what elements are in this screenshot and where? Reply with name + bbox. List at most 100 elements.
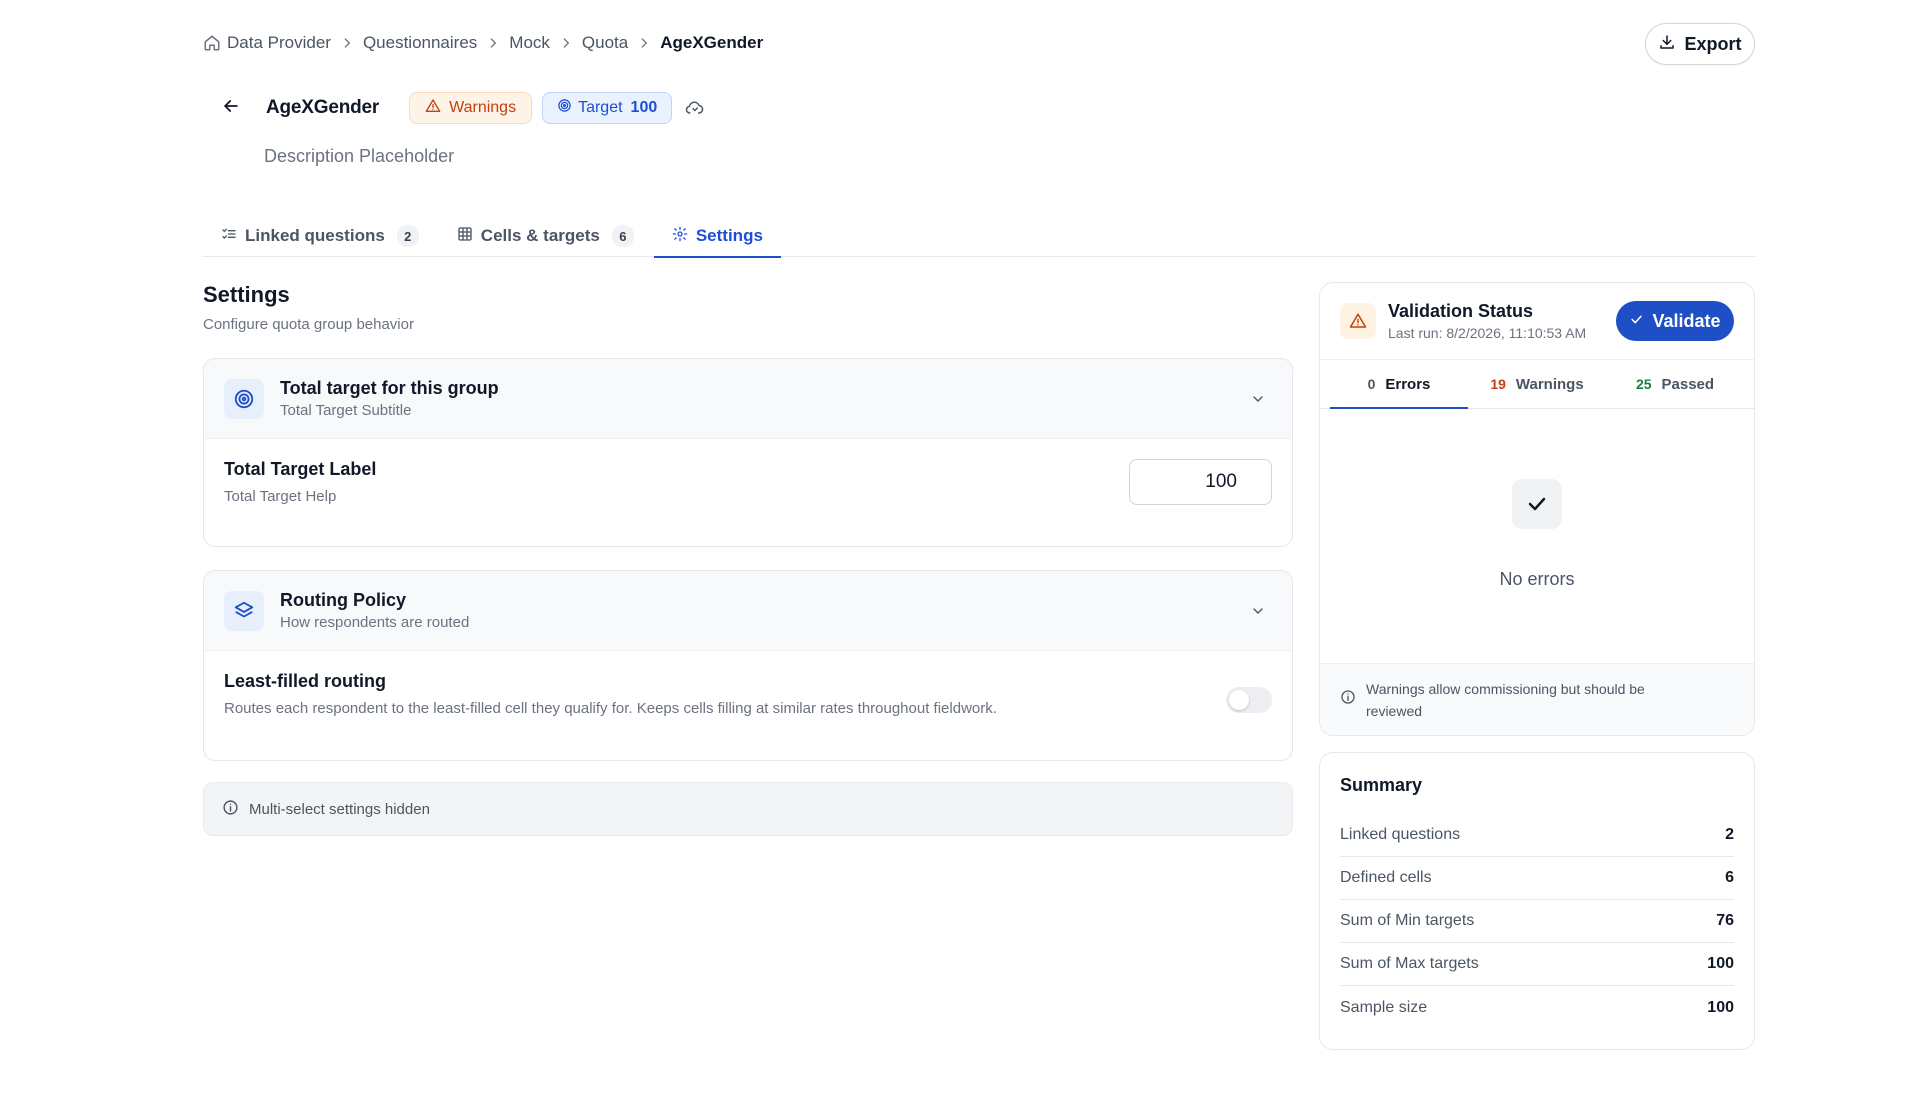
summary-title: Summary <box>1340 775 1423 795</box>
target-badge-label: Target <box>578 99 623 116</box>
summary-row: Defined cells 6 <box>1340 857 1734 900</box>
notice-text: Multi-select settings hidden <box>249 800 430 818</box>
total-target-card: Total target for this group Total Target… <box>203 358 1293 547</box>
summary-value: 76 <box>1716 912 1734 929</box>
tab-count: 2 <box>396 225 419 247</box>
routing-policy-card-header[interactable]: Routing Policy How respondents are route… <box>204 571 1292 651</box>
validation-footer: Warnings allow commissioning but should … <box>1320 663 1754 735</box>
info-icon <box>222 799 239 820</box>
home-icon <box>203 34 221 52</box>
breadcrumb-data-provider[interactable]: Data Provider <box>227 33 331 53</box>
grid-icon <box>457 226 473 247</box>
least-filled-routing-toggle[interactable] <box>1226 687 1272 713</box>
chevron-right-icon <box>331 36 363 50</box>
total-target-help: Total Target Help <box>224 488 337 505</box>
summary-list: Linked questions 2 Defined cells 6 Sum o… <box>1340 814 1734 1029</box>
breadcrumb-current: AgeXGender <box>660 33 764 52</box>
tab-label: Warnings <box>1515 375 1584 393</box>
summary-row: Sample size 100 <box>1340 986 1734 1029</box>
tab-passed[interactable]: 25 Passed <box>1606 360 1744 408</box>
page: Data Provider Questionnaires Mock Quota … <box>203 0 1755 1097</box>
summary-card: Summary Linked questions 2 Defined cells… <box>1319 752 1755 1050</box>
summary-label: Sum of Min targets <box>1340 912 1475 929</box>
settings-subtitle: Configure quota group behavior <box>203 316 414 333</box>
title-row: AgeXGender Warnings Target 100 <box>203 88 706 128</box>
arrow-left-icon <box>221 96 241 121</box>
settings-title: Settings <box>203 282 290 307</box>
alert-triangle-icon <box>1340 303 1376 339</box>
routing-policy-card: Routing Policy How respondents are route… <box>203 570 1293 761</box>
summary-row: Linked questions 2 <box>1340 814 1734 857</box>
multi-select-notice: Multi-select settings hidden <box>203 782 1293 836</box>
summary-value: 100 <box>1707 955 1734 972</box>
chevron-down-icon[interactable] <box>1246 387 1270 411</box>
summary-label: Linked questions <box>1340 826 1461 843</box>
total-target-card-header[interactable]: Total target for this group Total Target… <box>204 359 1292 439</box>
validate-label: Validate <box>1652 310 1721 331</box>
summary-row: Sum of Min targets 76 <box>1340 900 1734 943</box>
target-badge-value: 100 <box>630 99 658 116</box>
target-icon <box>224 378 264 419</box>
validation-empty-state: No errors <box>1320 409 1754 663</box>
tab-cells-targets[interactable]: Cells & targets 6 <box>439 215 652 257</box>
validation-status-card: Validation Status Last run: 8/2/2026, 11… <box>1319 282 1755 736</box>
chevron-right-icon <box>477 36 509 50</box>
validation-tabs: 0 Errors 19 Warnings 25 Passed <box>1320 359 1754 409</box>
warnings-count: 19 <box>1490 376 1506 392</box>
tab-warnings[interactable]: 19 Warnings <box>1468 360 1606 408</box>
layers-icon <box>224 590 264 631</box>
chevron-down-icon[interactable] <box>1246 599 1270 623</box>
total-target-label: Total Target Label <box>224 459 377 479</box>
least-filled-routing-label: Least-filled routing <box>224 671 386 691</box>
tab-bar: Linked questions 2 Cells & targets 6 Set… <box>203 215 1755 258</box>
tab-errors[interactable]: 0 Errors <box>1330 360 1468 409</box>
summary-value: 2 <box>1725 826 1734 843</box>
total-target-input[interactable] <box>1129 459 1272 505</box>
tab-label: Passed <box>1661 375 1715 393</box>
tab-label: Errors <box>1385 375 1431 393</box>
tab-label: Settings <box>695 226 763 245</box>
passed-count: 25 <box>1635 376 1652 392</box>
validation-title: Validation Status <box>1388 301 1534 321</box>
target-badge: Target 100 <box>542 92 673 124</box>
summary-value: 6 <box>1725 869 1734 886</box>
breadcrumb: Data Provider Questionnaires Mock Quota … <box>203 30 763 56</box>
chevron-right-icon <box>628 36 660 50</box>
tab-settings[interactable]: Settings <box>653 215 781 258</box>
alert-triangle-icon <box>425 98 441 119</box>
gear-icon <box>672 226 688 247</box>
validation-last-run: Last run: 8/2/2026, 11:10:53 AM <box>1388 325 1587 341</box>
target-icon <box>557 98 572 118</box>
breadcrumb-mock[interactable]: Mock <box>509 33 550 53</box>
export-button[interactable]: Export <box>1645 23 1755 65</box>
breadcrumb-quota[interactable]: Quota <box>582 33 628 53</box>
toggle-knob <box>1229 690 1249 710</box>
back-button[interactable] <box>211 88 251 128</box>
download-icon <box>1658 33 1676 56</box>
summary-value: 100 <box>1707 998 1734 1016</box>
summary-label: Sample size <box>1340 998 1428 1016</box>
validate-button[interactable]: Validate <box>1616 301 1734 341</box>
least-filled-routing-help: Routes each respondent to the least-fill… <box>224 700 997 717</box>
info-icon <box>1340 689 1356 711</box>
card-subtitle: Total Target Subtitle <box>280 402 412 419</box>
card-title: Total target for this group <box>280 378 499 398</box>
tab-linked-questions[interactable]: Linked questions 2 <box>203 215 437 257</box>
tab-label: Linked questions <box>245 226 385 245</box>
chevron-right-icon <box>550 36 582 50</box>
cloud-sync-icon <box>682 96 706 120</box>
export-label: Export <box>1684 33 1742 54</box>
validation-footer-text: Warnings allow commissioning but should … <box>1366 680 1645 719</box>
check-icon <box>1512 479 1562 529</box>
card-subtitle: How respondents are routed <box>280 614 470 631</box>
tab-label: Cells & targets <box>480 226 600 245</box>
breadcrumb-questionnaires[interactable]: Questionnaires <box>363 33 477 53</box>
summary-label: Sum of Max targets <box>1340 955 1479 972</box>
tab-count: 6 <box>611 225 634 247</box>
no-errors-text: No errors <box>1499 569 1575 589</box>
errors-count: 0 <box>1367 376 1376 392</box>
page-description: Description Placeholder <box>264 146 455 166</box>
summary-label: Defined cells <box>1340 869 1432 886</box>
card-title: Routing Policy <box>280 590 406 610</box>
warnings-badge-label: Warnings <box>449 99 517 116</box>
